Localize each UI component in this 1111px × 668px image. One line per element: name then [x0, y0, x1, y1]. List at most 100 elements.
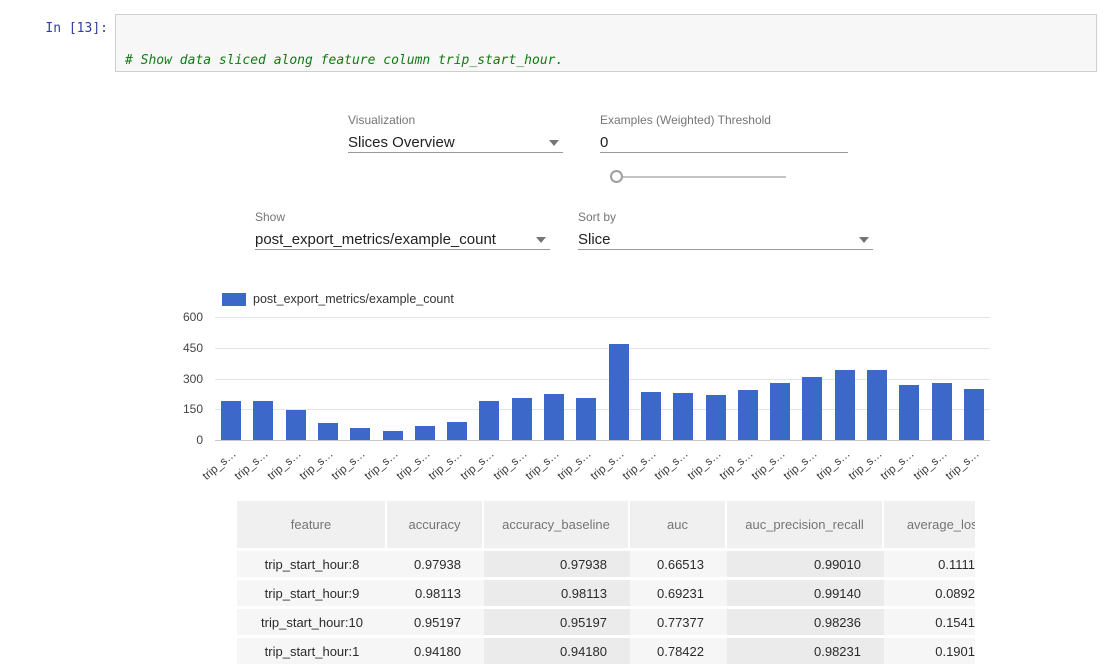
show-label: Show	[255, 210, 550, 224]
chevron-down-icon[interactable]	[859, 237, 869, 243]
y-axis: 0150300450600	[148, 317, 203, 440]
sort-by-value: Slice	[578, 231, 873, 249]
metric-cell: 0.94180	[484, 638, 630, 664]
chart-bar[interactable]	[641, 392, 661, 440]
sort-by-select[interactable]: Sort by Slice	[578, 210, 873, 250]
metric-cell: 0.99140	[727, 580, 884, 606]
y-axis-tick-label: 450	[148, 341, 203, 355]
code-cell[interactable]: # Show data sliced along feature column …	[115, 14, 1097, 72]
column-header-feature[interactable]: feature	[237, 501, 387, 548]
metric-cell: 0.66513	[630, 551, 727, 577]
chart-bar[interactable]	[350, 428, 370, 440]
visualization-label: Visualization	[348, 113, 563, 127]
tfma-notebook-view: In [13]: # Show data sliced along featur…	[0, 0, 1111, 668]
chart-bar[interactable]	[738, 390, 758, 440]
feature-cell: trip_start_hour:1	[237, 638, 387, 664]
table-header-row: featureaccuracyaccuracy_baselineaucauc_p…	[237, 501, 975, 548]
feature-cell: trip_start_hour:8	[237, 551, 387, 577]
metric-cell: 0.98236	[727, 609, 884, 635]
chart-bar[interactable]	[415, 426, 435, 440]
metrics-table-container: featureaccuracyaccuracy_baselineaucauc_p…	[237, 498, 975, 668]
chart-bar[interactable]	[964, 389, 984, 440]
metric-cell: 0.97938	[387, 551, 484, 577]
chart-bar[interactable]	[835, 370, 855, 440]
y-axis-tick-label: 300	[148, 372, 203, 386]
threshold-value: 0	[600, 134, 848, 152]
chart-bar[interactable]	[576, 398, 596, 440]
chart-bar[interactable]	[447, 422, 467, 440]
gridline	[215, 348, 990, 349]
show-metric-select[interactable]: Show post_export_metrics/example_count	[255, 210, 550, 250]
field-underline	[255, 249, 550, 250]
code-line-1: # Show data sliced along feature column …	[125, 53, 1087, 70]
chart-bar[interactable]	[899, 385, 919, 440]
slider-track[interactable]	[623, 176, 786, 178]
threshold-input[interactable]: Examples (Weighted) Threshold 0	[600, 113, 848, 153]
feature-cell: trip_start_hour:10	[237, 609, 387, 635]
legend-color-swatch	[222, 293, 246, 306]
chart-bar[interactable]	[512, 398, 532, 440]
code-comment: # Show data sliced along feature column …	[125, 53, 563, 68]
table-row: trip_start_hour:80.979380.979380.665130.…	[237, 551, 975, 577]
metric-cell: 0.97938	[484, 551, 630, 577]
metric-cell: 0.95197	[484, 609, 630, 635]
chevron-down-icon[interactable]	[549, 140, 559, 146]
metric-cell: 0.98113	[484, 580, 630, 606]
visualization-value: Slices Overview	[348, 134, 563, 152]
visualization-select[interactable]: Visualization Slices Overview	[348, 113, 563, 153]
metric-cell: 0.95197	[387, 609, 484, 635]
metric-cell: 0.78422	[630, 638, 727, 664]
y-axis-tick-label: 0	[148, 433, 203, 447]
column-header-accuracy[interactable]: accuracy	[387, 501, 484, 548]
chart-legend: post_export_metrics/example_count	[222, 292, 454, 306]
input-prompt: In [13]:	[28, 21, 108, 36]
sort-by-label: Sort by	[578, 210, 873, 224]
field-underline	[578, 249, 873, 250]
legend-label: post_export_metrics/example_count	[253, 292, 454, 306]
chart-bar[interactable]	[253, 401, 273, 440]
column-header-auc[interactable]: auc	[630, 501, 727, 548]
feature-cell: trip_start_hour:9	[237, 580, 387, 606]
chart-bar[interactable]	[673, 393, 693, 440]
chevron-down-icon[interactable]	[536, 237, 546, 243]
field-underline	[600, 152, 848, 153]
y-axis-tick-label: 150	[148, 402, 203, 416]
metric-cell: 0.1541	[884, 609, 975, 635]
metrics-table: featureaccuracyaccuracy_baselineaucauc_p…	[237, 498, 975, 667]
slider-thumb[interactable]	[610, 170, 623, 183]
chart-bar[interactable]	[286, 410, 306, 440]
table-row: trip_start_hour:10.941800.941800.784220.…	[237, 638, 975, 664]
metric-cell: 0.98113	[387, 580, 484, 606]
metric-cell: 0.1901	[884, 638, 975, 664]
metric-cell: 0.94180	[387, 638, 484, 664]
chart-bar[interactable]	[802, 377, 822, 440]
chart-bar[interactable]	[479, 401, 499, 440]
chart-bar[interactable]	[221, 401, 241, 440]
metric-cell: 0.77377	[630, 609, 727, 635]
threshold-label: Examples (Weighted) Threshold	[600, 113, 848, 127]
bar-chart: trip_s…trip_s…trip_s…trip_s…trip_s…trip_…	[215, 317, 990, 440]
chart-bar[interactable]	[383, 431, 403, 440]
chart-bar[interactable]	[318, 423, 338, 440]
show-value: post_export_metrics/example_count	[255, 231, 550, 249]
column-header-average_loss[interactable]: average_loss	[884, 501, 975, 548]
chart-bar[interactable]	[932, 383, 952, 440]
table-row: trip_start_hour:90.981130.981130.692310.…	[237, 580, 975, 606]
threshold-slider[interactable]	[610, 169, 786, 185]
column-header-accuracy_baseline[interactable]: accuracy_baseline	[484, 501, 630, 548]
metric-cell: 0.99010	[727, 551, 884, 577]
gridline	[215, 317, 990, 318]
chart-bar[interactable]	[770, 383, 790, 440]
chart-bar[interactable]	[867, 370, 887, 440]
gridline	[215, 440, 990, 441]
chart-bar[interactable]	[609, 344, 629, 440]
metric-cell: 0.69231	[630, 580, 727, 606]
chart-bar[interactable]	[544, 394, 564, 440]
metric-cell: 0.98231	[727, 638, 884, 664]
field-underline	[348, 152, 563, 153]
chart-bar[interactable]	[706, 395, 726, 440]
metric-cell: 0.1111	[884, 551, 975, 577]
column-header-auc_precision_recall[interactable]: auc_precision_recall	[727, 501, 884, 548]
y-axis-tick-label: 600	[148, 310, 203, 324]
table-row: trip_start_hour:100.951970.951970.773770…	[237, 609, 975, 635]
